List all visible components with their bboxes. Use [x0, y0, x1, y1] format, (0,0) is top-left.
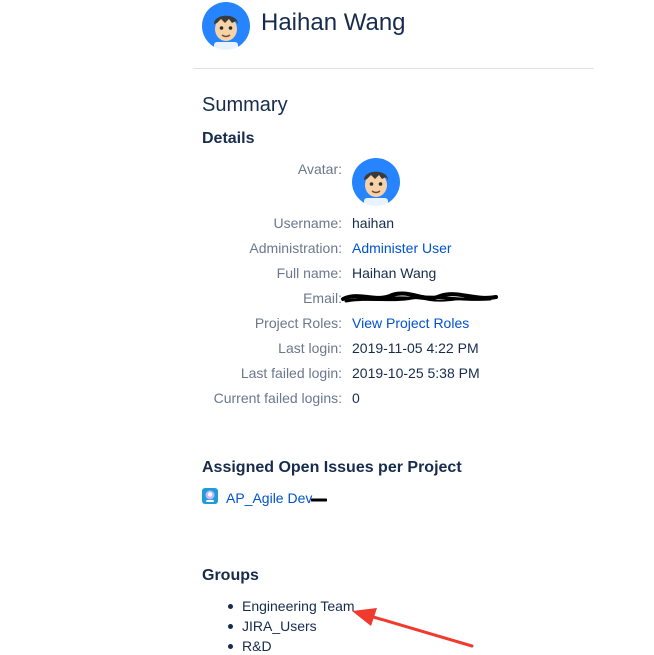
project-link-ap-agile-dev[interactable]: AP_Agile Dev: [226, 490, 312, 506]
project-redaction-scribble: [310, 491, 328, 509]
last-login-label: Last login:: [278, 340, 342, 356]
groups-heading: Groups: [202, 567, 259, 584]
last-failed-login-value: 2019-10-25 5:38 PM: [352, 365, 480, 381]
list-bullet: [228, 624, 233, 629]
project-roles-label: Project Roles:: [254, 315, 342, 331]
full-name-label: Full name:: [276, 265, 342, 281]
summary-heading: Summary: [202, 94, 288, 116]
user-display-name: Haihan Wang: [261, 9, 406, 36]
current-failed-logins-label: Current failed logins:: [213, 390, 342, 406]
last-login-value: 2019-11-05 4:22 PM: [352, 340, 479, 356]
avatar-label: Avatar:: [297, 161, 342, 177]
group-item-r-and-d: R&D: [242, 638, 272, 654]
group-item-jira-users: JIRA_Users: [242, 618, 317, 634]
header-avatar-icon[interactable]: [202, 2, 250, 50]
user-avatar-icon[interactable]: [352, 158, 400, 206]
current-failed-logins-value: 0: [352, 390, 360, 406]
header-divider: [193, 68, 594, 69]
email-redaction-scribble: [340, 289, 500, 312]
last-failed-login-label: Last failed login:: [240, 365, 342, 381]
red-arrow-annotation: [350, 604, 476, 655]
full-name-value: Haihan Wang: [352, 265, 437, 281]
project-icon: [202, 488, 218, 504]
list-bullet: [228, 604, 233, 609]
username-label: Username:: [273, 215, 342, 231]
email-label: Email:: [303, 290, 342, 306]
details-heading: Details: [202, 130, 255, 147]
list-bullet: [228, 644, 233, 649]
assigned-issues-heading: Assigned Open Issues per Project: [202, 459, 462, 476]
administer-user-link[interactable]: Administer User: [352, 240, 452, 256]
group-item-engineering-team: Engineering Team: [242, 598, 355, 614]
administration-label: Administration:: [249, 240, 342, 256]
username-value: haihan: [352, 215, 395, 231]
view-project-roles-link[interactable]: View Project Roles: [352, 315, 469, 331]
